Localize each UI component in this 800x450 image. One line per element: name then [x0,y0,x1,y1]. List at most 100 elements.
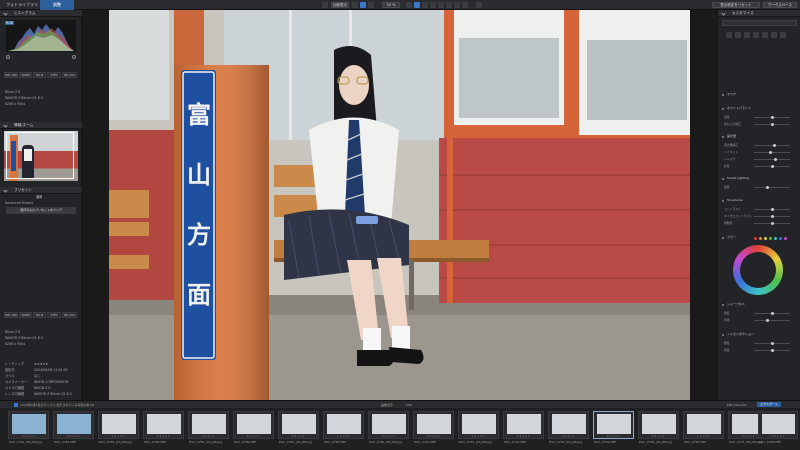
slider-knob[interactable] [769,151,772,154]
color-wheel[interactable] [733,245,783,295]
histogram-mode-badge[interactable]: RGB [5,21,14,25]
selection-checkbox-icon[interactable] [14,403,18,407]
palette-icon[interactable] [726,32,732,38]
slider-track[interactable] [754,208,790,211]
detail-icon[interactable] [735,32,741,38]
section-contrast[interactable]: ToneCurve [721,198,798,203]
export-button[interactable]: エクスポート [757,402,781,407]
thumbnail[interactable]: ★★★★★ [413,411,454,439]
thumbnail[interactable]: ★★★★★ [188,411,229,439]
slider-knob[interactable] [771,123,774,126]
split-view-icon[interactable] [368,2,374,8]
slider-shadows[interactable]: シャドウ [724,157,796,161]
info-zoom-header[interactable]: 情報/ズーム [0,122,82,129]
presets-header[interactable]: プリセット [0,187,82,194]
section-toggle-icon[interactable] [722,303,724,306]
slider-track[interactable] [754,312,790,315]
slider-knob[interactable] [771,208,774,211]
slider-track[interactable] [754,123,790,126]
retouch-icon[interactable] [438,2,444,8]
slider-knob[interactable] [771,342,774,345]
undo-icon[interactable] [322,2,328,8]
swatch-magenta[interactable] [784,237,787,240]
thumbnail[interactable]: ★★★★★ [53,411,94,439]
hand-icon[interactable] [414,2,420,8]
zoom-select[interactable]: 50 % [382,2,400,8]
slider-saturation[interactable]: 彩度 [724,164,796,168]
slider-tint[interactable]: 色かぶり補正 [724,122,796,126]
grid-icon[interactable] [352,2,358,8]
thumbnail[interactable]: ★★★★★ [758,411,798,439]
section-toggle-icon[interactable] [722,177,724,180]
section-toggle-icon[interactable] [722,107,724,110]
thumbnail[interactable]: ★★★★★ [233,411,274,439]
fullscreen-icon[interactable] [476,2,482,8]
thumbnail[interactable]: ★★★★★ [458,411,499,439]
customize-header[interactable]: カスタマイズ [718,10,800,17]
repair-icon[interactable] [462,2,468,8]
thumbnail[interactable]: ★★★★★ [683,411,724,439]
section-smart-lighting[interactable]: Smart Lighting [721,176,798,181]
local-adjust-icon[interactable] [446,2,452,8]
search-box[interactable] [722,20,797,26]
slider-knob[interactable] [773,144,776,147]
clip-shadow-icon[interactable] [6,55,10,59]
reset-view-button[interactable]: 表示設定をリセット [712,2,760,8]
swatch-orange[interactable] [759,237,762,240]
slider-luminance[interactable]: 輝度 [724,341,796,345]
slider-strength[interactable]: 強度 [724,185,796,189]
advanced-history-label[interactable]: Advanced History [5,201,33,205]
slider-track[interactable] [754,186,790,189]
slider-exposure[interactable]: 露光量補正 [724,143,796,147]
horizon-icon[interactable] [422,2,428,8]
slider-track[interactable] [754,158,790,161]
thumbnail[interactable]: ★★★★★ [8,411,49,439]
slider-temperature[interactable]: 温度 [724,115,796,119]
geometry-icon[interactable] [744,32,750,38]
navigator-preview[interactable] [4,131,78,181]
slider-knob[interactable] [771,215,774,218]
slider-track[interactable] [754,151,790,154]
slider-contrast[interactable]: コントラスト [724,207,796,211]
thumbnail[interactable]: ★★★★★ [98,411,139,439]
section-noise-reduction[interactable]: ノイズリダクション [721,332,798,337]
section-exposure[interactable]: 露光量 [721,134,798,139]
slider-knob[interactable] [771,312,774,315]
watermark-icon[interactable] [762,32,768,38]
thumbnail[interactable]: ★★★★★ [323,411,364,439]
swatch-blue[interactable] [779,237,782,240]
metadata-icon[interactable] [753,32,759,38]
section-toggle-icon[interactable] [722,333,724,336]
crop-icon[interactable] [406,2,412,8]
lens-icon[interactable] [780,32,786,38]
main-photo[interactable]: 富 山 方 面 [109,10,690,400]
swatch-red[interactable] [754,237,757,240]
workspace-button[interactable]: ワークスペース [763,2,797,8]
thumbnail[interactable]: ★★★★★ [368,411,409,439]
swatch-cyan[interactable] [774,237,777,240]
metadata-value[interactable]: ★★★★★ [34,362,48,366]
slider-clarity[interactable]: 明瞭度 [724,221,796,225]
navigator-viewport-frame[interactable] [6,132,74,179]
slider-track[interactable] [754,116,790,119]
collection-button[interactable]: MB Collection [727,403,747,407]
image-viewer[interactable]: 富 山 方 面 [82,10,717,400]
slider-knob[interactable] [771,349,774,352]
thumbnail[interactable]: ★★★★★ [503,411,544,439]
tab-photo-library[interactable]: フォトライブラリ [2,0,42,10]
perspective-icon[interactable] [430,2,436,8]
slider-track[interactable] [754,349,790,352]
slider-knob[interactable] [771,116,774,119]
slider-track[interactable] [754,144,790,147]
swatch-green[interactable] [769,237,772,240]
clear-presets-button[interactable]: 選択済みのプリセットをクリア [6,207,76,214]
thumbnail[interactable]: ★★★★★ [638,411,679,439]
thumbnail[interactable]: ★★★★★ [548,411,589,439]
slider-track[interactable] [754,342,790,345]
slider-knob[interactable] [766,186,769,189]
slider-knob[interactable] [771,165,774,168]
section-toggle-icon[interactable] [722,236,724,239]
slider-micro-contrast[interactable]: マイクロコントラスト [724,214,796,218]
slider-track[interactable] [754,222,790,225]
slider-knob[interactable] [766,319,769,322]
